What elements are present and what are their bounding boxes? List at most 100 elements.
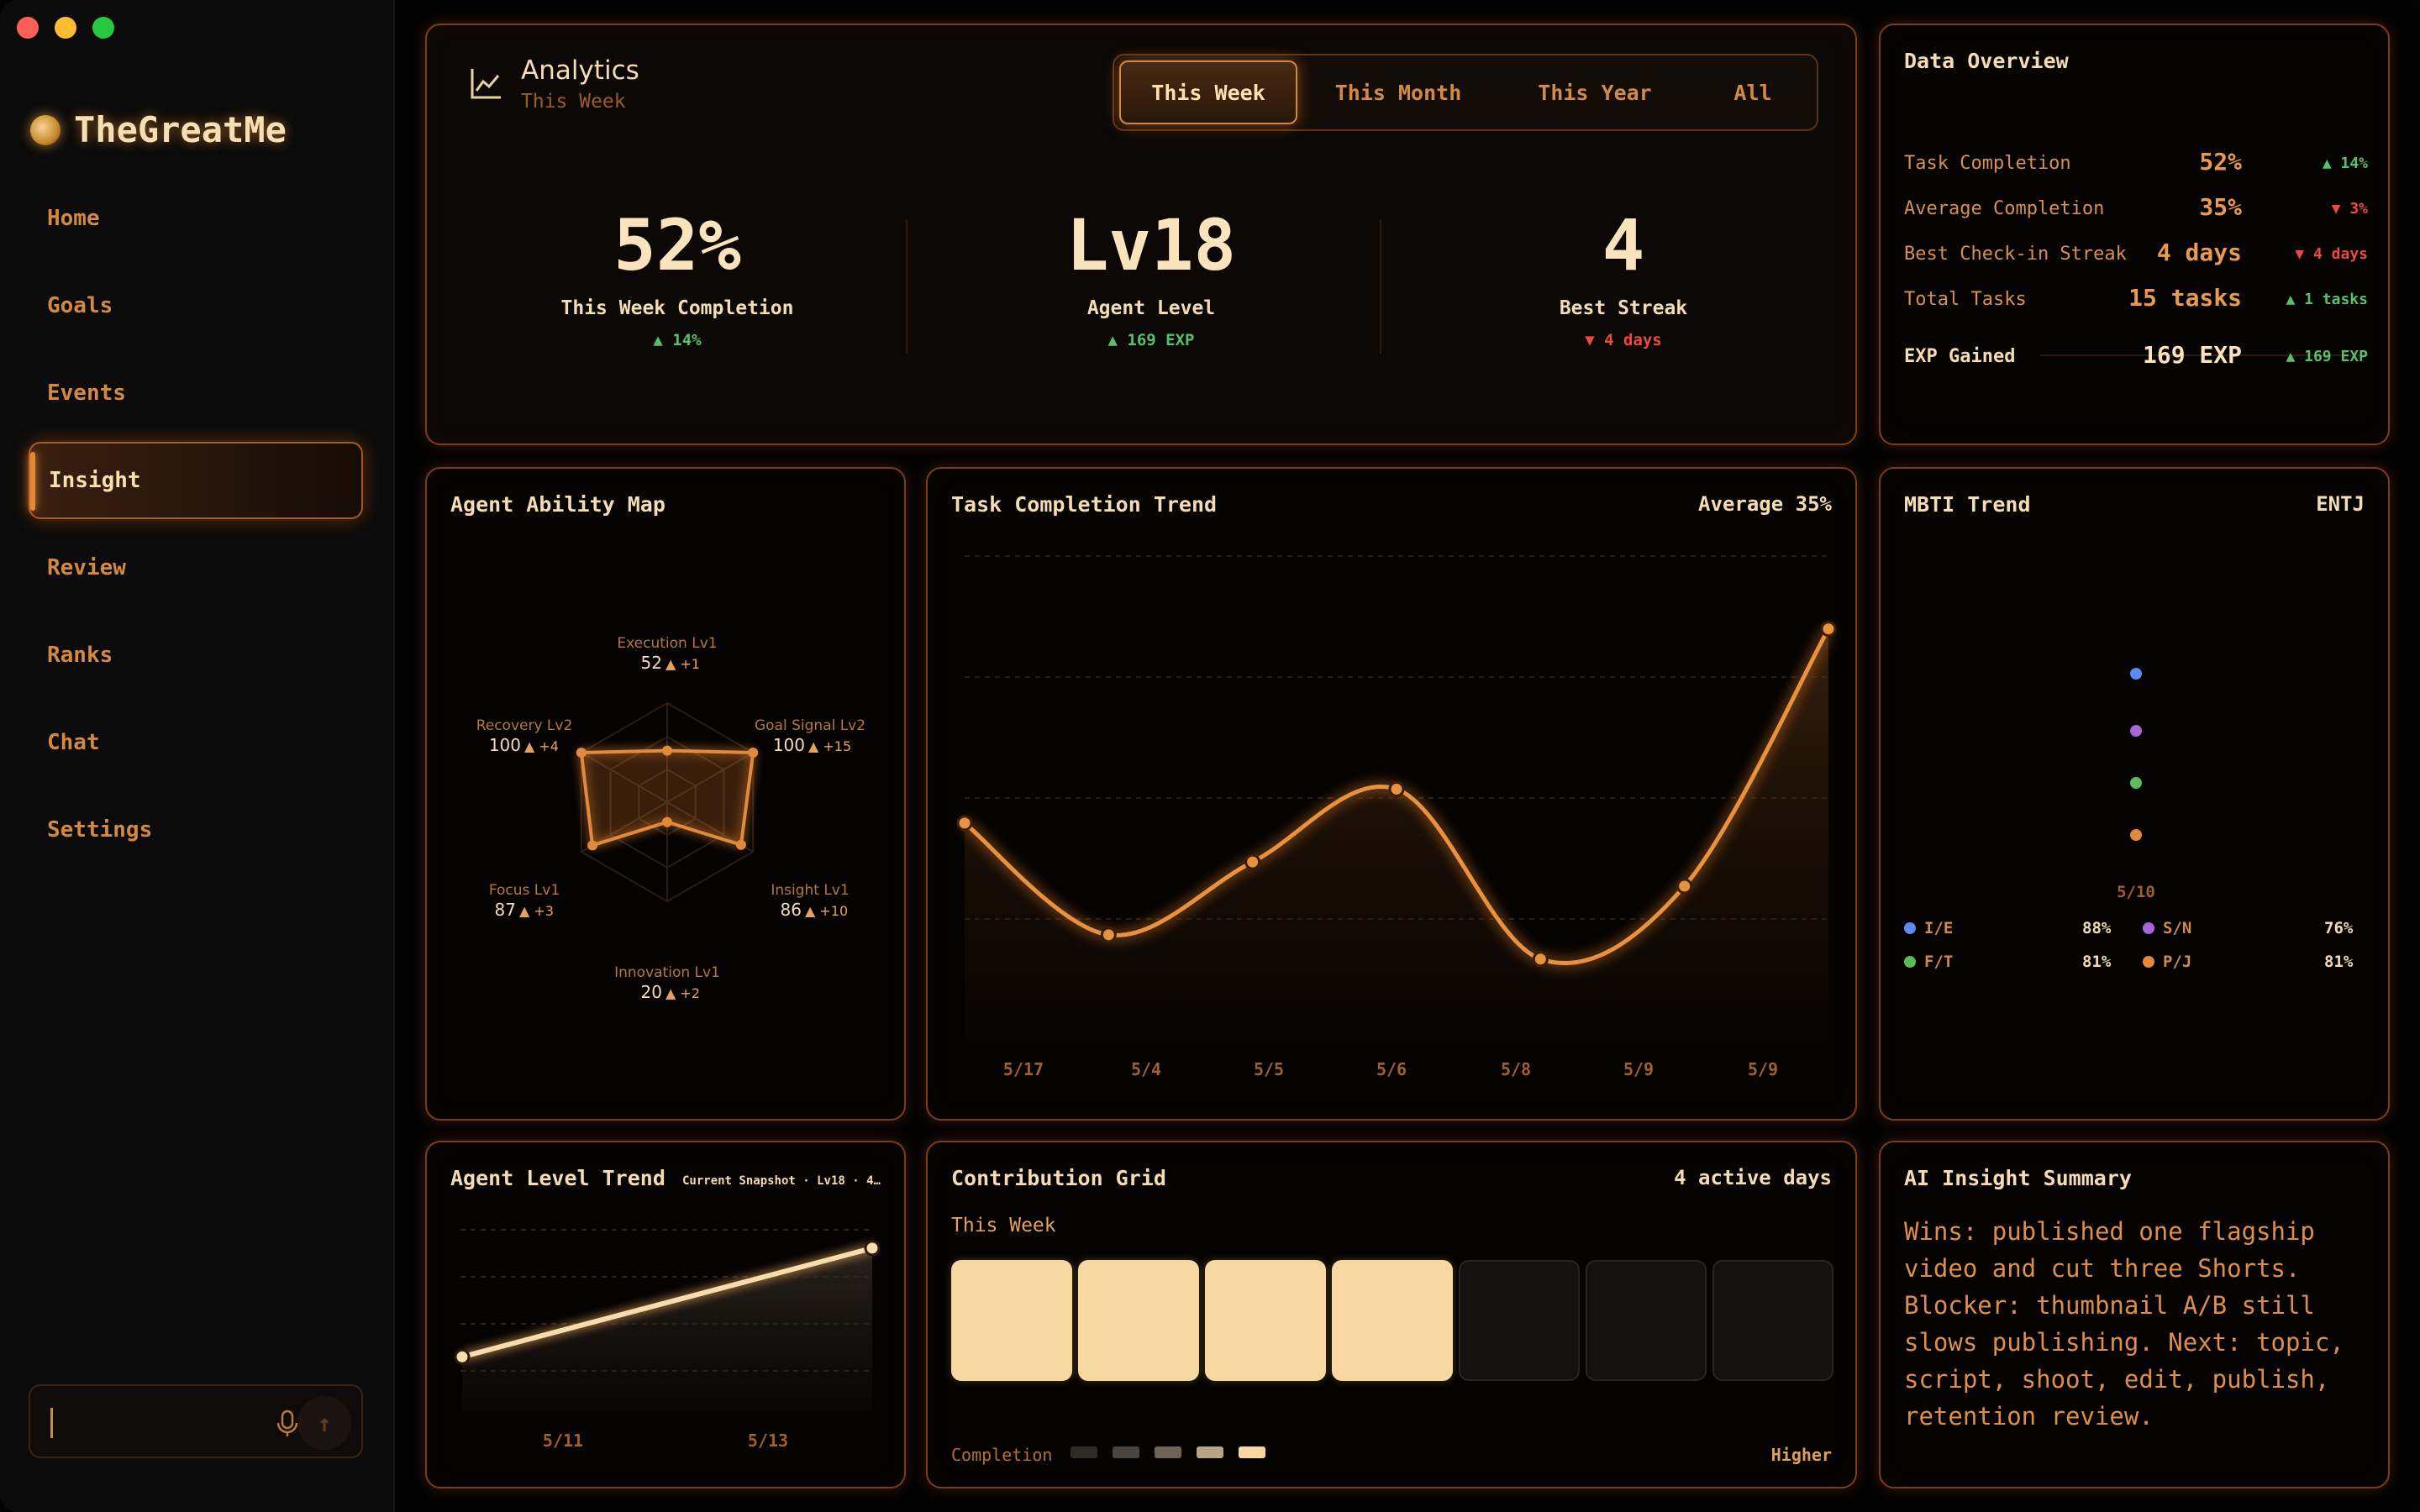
- overview-row-total-tasks: Total Tasks 15 tasks ▲ 1 tasks: [1904, 284, 2368, 318]
- data-overview-panel: Data Overview Task Completion 52% ▲ 14% …: [1879, 24, 2390, 445]
- x-tick-label: 5/9: [1623, 1059, 1654, 1079]
- nav-item-events[interactable]: Events: [29, 354, 363, 432]
- legend-swatch: [1071, 1446, 1097, 1458]
- maximize-window-button[interactable]: [92, 17, 114, 39]
- nav-item-insight[interactable]: Insight: [29, 442, 363, 519]
- overview-row-task-completion: Task Completion 52% ▲ 14%: [1904, 148, 2368, 181]
- radar-axis-name: Recovery Lv2: [476, 717, 573, 734]
- brand: TheGreatMe: [30, 109, 287, 150]
- close-window-button[interactable]: [17, 17, 39, 39]
- radar-axis-change: ▲ +1: [666, 656, 700, 672]
- radar-axis-name: Execution Lv1: [617, 635, 717, 652]
- radar-axis-value: 100: [773, 735, 805, 755]
- stat-agent-level: Lv18 Agent Level ▲ 169 EXP: [975, 210, 1328, 349]
- mbti-date: 5/10: [2117, 883, 2155, 901]
- trend-point: [1676, 878, 1693, 895]
- panel-title: Contribution Grid: [951, 1166, 1166, 1190]
- nav-item-chat[interactable]: Chat: [29, 704, 363, 781]
- nav-label: Home: [47, 206, 100, 231]
- send-button[interactable]: ↑: [297, 1396, 351, 1450]
- chat-input[interactable]: [45, 1403, 255, 1441]
- x-tick-label: 5/13: [748, 1431, 788, 1451]
- ai-insight-summary-panel: AI Insight Summary Wins: published one f…: [1879, 1141, 2390, 1488]
- trend-point: [1820, 621, 1837, 638]
- row-change: ▼ 4 days: [2295, 245, 2368, 263]
- analytics-panel: Analytics This Week This Week This Month…: [425, 24, 1857, 445]
- nav-item-ranks[interactable]: Ranks: [29, 617, 363, 694]
- grid-cell-day-5[interactable]: [1459, 1260, 1580, 1381]
- trend-point: [956, 815, 973, 832]
- nav-label: Settings: [47, 817, 153, 843]
- legend-label: I/E: [1924, 919, 1954, 937]
- grid-cell-day-3[interactable]: [1205, 1260, 1326, 1381]
- agent-ability-map-panel: Agent Ability Map Execution Lv1 52 ▲ +1 …: [425, 467, 906, 1121]
- legend-dot: [1904, 956, 1916, 968]
- radar-axis-name: Focus Lv1: [489, 882, 560, 899]
- tab-all[interactable]: All: [1694, 60, 1812, 124]
- chat-bar: ↑: [29, 1384, 363, 1458]
- stat-best-streak: 4 Best Streak ▼ 4 days: [1447, 210, 1800, 349]
- completion-legend-label: Completion: [951, 1445, 1053, 1465]
- grid-cell-day-1[interactable]: [951, 1260, 1072, 1381]
- tab-this-month[interactable]: This Month: [1309, 60, 1487, 124]
- mbti-value-pj: 81%: [2324, 953, 2354, 971]
- legend-dot: [2143, 956, 2154, 968]
- mbti-point-sn: [2130, 725, 2142, 737]
- radar-point: [662, 816, 672, 827]
- tab-this-week[interactable]: This Week: [1119, 60, 1297, 124]
- x-tick-label: 5/5: [1254, 1059, 1284, 1079]
- x-tick-label: 5/6: [1376, 1059, 1407, 1079]
- stat-completion: 52% This Week Completion ▲ 14%: [501, 210, 854, 349]
- mbti-legend-ft: F/T: [1904, 953, 1953, 971]
- radar-point: [662, 745, 672, 756]
- nav-label: Goals: [47, 293, 113, 318]
- row-value: 169 EXP: [2142, 341, 2242, 369]
- nav-item-review[interactable]: Review: [29, 529, 363, 606]
- row-value: 35%: [2199, 193, 2242, 221]
- row-label: EXP Gained: [1904, 346, 2016, 367]
- grid-cell-day-6[interactable]: [1586, 1260, 1707, 1381]
- radar-point: [748, 748, 759, 758]
- radar-point: [587, 840, 598, 851]
- stat-label: This Week Completion: [560, 297, 794, 319]
- radar-axis-value: 52: [641, 653, 662, 673]
- stat-change: ▼ 4 days: [1585, 331, 1662, 349]
- overview-row-average-completion: Average Completion 35% ▼ 3%: [1904, 193, 2368, 227]
- radar-axis-change: ▲ +2: [666, 985, 700, 1001]
- analytics-title: Analytics: [521, 55, 639, 86]
- nav-item-home[interactable]: Home: [29, 180, 363, 257]
- legend-dot: [2143, 922, 2154, 934]
- nav-item-goals[interactable]: Goals: [29, 267, 363, 344]
- mbti-point-pj: [2130, 829, 2142, 841]
- stat-value: 4: [1602, 204, 1645, 286]
- row-label: Total Tasks: [1904, 289, 2027, 310]
- mbti-point-ie: [2130, 668, 2142, 680]
- ai-insight-text: Wins: published one flagship video and c…: [1904, 1217, 2344, 1431]
- level-point: [864, 1240, 881, 1257]
- minimize-window-button[interactable]: [55, 17, 76, 39]
- radar-axis-change: ▲ +10: [805, 903, 848, 919]
- grid-cell-day-7[interactable]: [1712, 1260, 1833, 1381]
- mbti-legend-sn: S/N: [2143, 919, 2191, 937]
- radar-axis-value: 100: [489, 735, 521, 755]
- overview-row-best-streak: Best Check-in Streak 4 days ▼ 4 days: [1904, 239, 2368, 272]
- stat-value: 52%: [613, 204, 741, 286]
- tab-label: This Week: [1151, 80, 1265, 105]
- legend-swatch: [1239, 1446, 1265, 1458]
- stat-label: Agent Level: [1086, 297, 1216, 319]
- level-x-labels: 5/11 5/13: [543, 1431, 788, 1451]
- trend-x-labels: 5/17 5/4 5/5 5/6 5/8 5/9 5/9: [1003, 1059, 1778, 1079]
- legend-label: P/J: [2163, 953, 2192, 971]
- radar-axis-value: 20: [641, 982, 662, 1002]
- legend-dot: [1904, 922, 1916, 934]
- nav-item-settings[interactable]: Settings: [29, 791, 363, 869]
- panel-title: Data Overview: [1904, 49, 2069, 73]
- stat-value: Lv18: [1065, 204, 1237, 286]
- row-value: 4 days: [2156, 239, 2242, 266]
- row-value: 15 tasks: [2128, 284, 2242, 312]
- row-change: ▲ 169 EXP: [2286, 348, 2368, 365]
- mbti-value-sn: 76%: [2324, 919, 2354, 937]
- grid-cell-day-4[interactable]: [1332, 1260, 1453, 1381]
- tab-this-year[interactable]: This Year: [1506, 60, 1684, 124]
- grid-cell-day-2[interactable]: [1078, 1260, 1199, 1381]
